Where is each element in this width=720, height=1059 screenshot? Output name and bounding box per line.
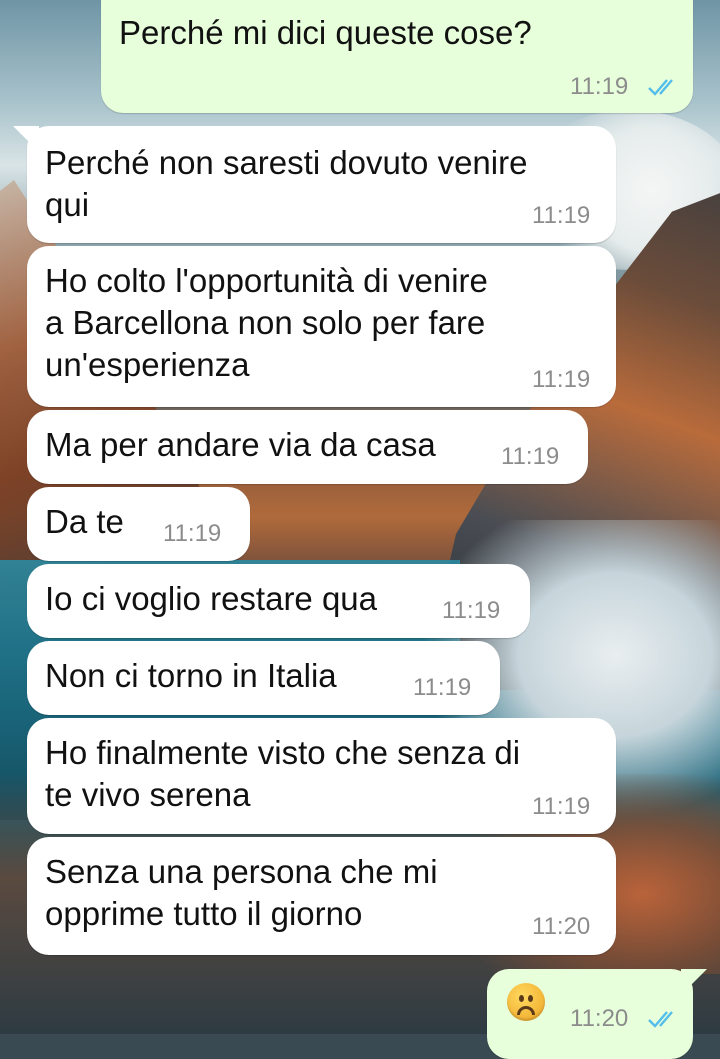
message-text-line: un'esperienza xyxy=(45,346,250,383)
message-text-line: Senza una persona che mi xyxy=(45,853,438,890)
read-ticks-icon xyxy=(648,1011,673,1028)
message-text-line: Ho colto l'opportunità di venire xyxy=(45,262,488,299)
message-time: 11:19 xyxy=(413,674,472,701)
message-time: 11:19 xyxy=(442,597,501,624)
message-bubble-incoming[interactable]: Ho finalmente visto che senza di te vivo… xyxy=(27,718,616,834)
message-time: 11:19 xyxy=(532,202,591,229)
message-text-line: Ho finalmente visto che senza di xyxy=(45,734,521,771)
message-time: 11:19 xyxy=(532,366,591,393)
message-time: 11:20 xyxy=(570,1005,629,1032)
message-text-line: Ma per andare via da casa xyxy=(45,426,436,463)
message-text-line: Da te xyxy=(45,503,124,540)
message-bubble-incoming[interactable]: Ho colto l'opportunità di venire a Barce… xyxy=(27,246,616,407)
message-bubble-outgoing[interactable]: Perché mi dici queste cose? 11:19 xyxy=(101,0,693,113)
message-time: 11:19 xyxy=(501,443,560,470)
message-bubble-incoming[interactable]: Da te 11:19 xyxy=(27,487,250,561)
message-text-line: Io ci voglio restare qua xyxy=(45,580,378,617)
message-time: 11:19 xyxy=(532,793,591,820)
message-time: 11:19 xyxy=(570,73,629,100)
message-text-line: Perché mi dici queste cose? xyxy=(119,14,532,51)
message-text-line: qui xyxy=(45,186,90,223)
message-text-line: a Barcellona non solo per fare xyxy=(45,304,486,341)
message-text-line: te vivo serena xyxy=(45,776,251,813)
message-bubble-incoming[interactable]: Io ci voglio restare qua 11:19 xyxy=(27,564,530,638)
message-bubble-incoming[interactable]: Non ci torno in Italia 11:19 xyxy=(27,641,500,715)
message-bubble-incoming[interactable]: Perché non saresti dovuto venire qui 11:… xyxy=(13,126,616,243)
message-text-line: Non ci torno in Italia xyxy=(45,657,337,694)
read-ticks-icon xyxy=(648,79,673,96)
message-bubble-incoming[interactable]: Ma per andare via da casa 11:19 xyxy=(27,410,588,484)
frowning-face-emoji-icon xyxy=(507,983,545,1021)
message-time: 11:20 xyxy=(532,913,591,940)
message-bubble-incoming[interactable]: Senza una persona che mi opprime tutto i… xyxy=(27,837,616,955)
message-bubble-outgoing[interactable]: 11:20 xyxy=(487,969,707,1059)
message-text-line: Perché non saresti dovuto venire xyxy=(45,144,528,181)
message-text-line: opprime tutto il giorno xyxy=(45,895,363,932)
message-time: 11:19 xyxy=(163,520,222,547)
